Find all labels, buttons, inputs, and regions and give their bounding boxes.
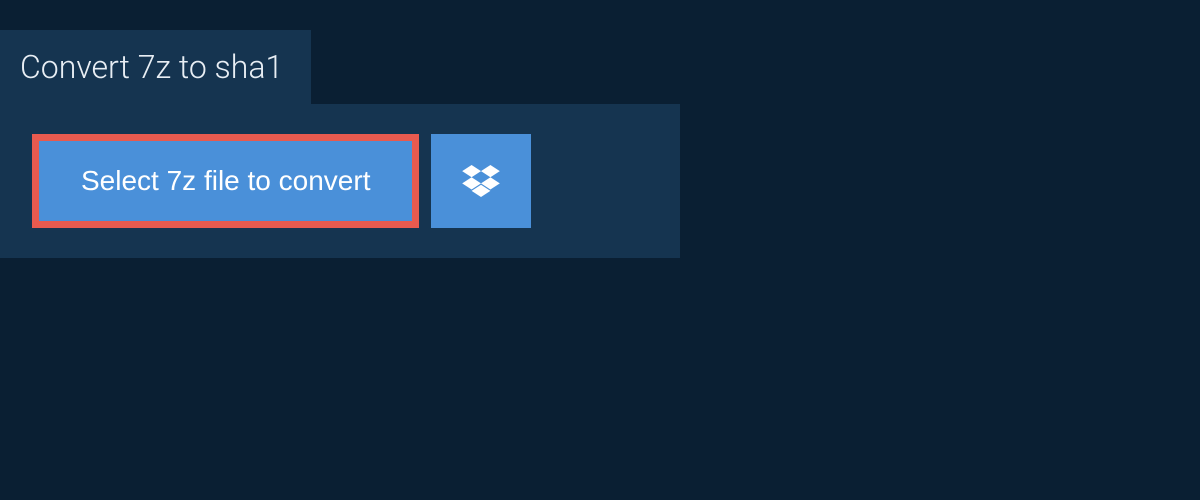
page-title: Convert 7z to sha1 (20, 48, 283, 86)
select-file-label: Select 7z file to convert (81, 165, 370, 197)
content-panel: Select 7z file to convert (0, 104, 680, 258)
tab-header: Convert 7z to sha1 (0, 30, 311, 104)
dropbox-button[interactable] (431, 134, 531, 228)
button-row: Select 7z file to convert (32, 134, 650, 228)
select-file-button[interactable]: Select 7z file to convert (32, 134, 419, 228)
dropbox-icon (462, 165, 500, 197)
